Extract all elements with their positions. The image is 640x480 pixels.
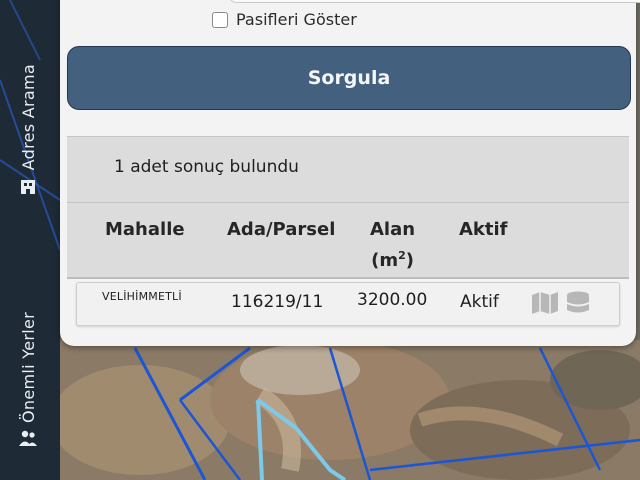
database-icon[interactable]	[565, 291, 591, 317]
sidebar: Adres Arama Önemli Yerler	[0, 0, 60, 480]
header-divider	[67, 277, 629, 279]
sidebar-tab-adres-arama[interactable]: Adres Arama	[6, 60, 50, 200]
people-icon	[19, 431, 37, 447]
show-passive-row[interactable]: Pasifleri Göster	[212, 10, 357, 29]
search-field-bottom-edge[interactable]	[228, 0, 640, 3]
column-header-alan-label: Alan	[370, 219, 416, 240]
column-header-aktif: Aktif	[459, 219, 508, 240]
table-row[interactable]: VELİHİMMETLİ 116219/11 3200.00 Aktif	[76, 282, 620, 326]
column-header-alan: Alan (m2)	[370, 217, 415, 274]
results-section: 1 adet sonuç bulundu Mahalle Ada/Parsel …	[67, 136, 629, 279]
cell-ada-parsel: 116219/11	[231, 292, 324, 312]
sidebar-tab-label: Adres Arama	[18, 63, 38, 171]
sidebar-tab-onemli-yerler[interactable]: Önemli Yerler	[6, 305, 50, 455]
building-icon	[21, 180, 35, 195]
column-header-alan-unit: (m2)	[371, 249, 414, 271]
column-header-ada-parsel: Ada/Parsel	[227, 219, 336, 240]
result-count-text: 1 adet sonuç bulundu	[114, 157, 299, 177]
sorgula-button[interactable]: Sorgula	[67, 46, 631, 110]
query-panel: Pasifleri Göster Sorgula 1 adet sonuç bu…	[60, 0, 640, 346]
map-icon[interactable]	[531, 291, 559, 315]
column-header-mahalle: Mahalle	[105, 219, 185, 240]
divider	[67, 202, 629, 203]
show-passive-label[interactable]: Pasifleri Göster	[236, 10, 357, 29]
cell-alan: 3200.00	[357, 290, 428, 310]
show-passive-checkbox[interactable]	[212, 11, 228, 28]
cell-mahalle: VELİHİMMETLİ	[102, 290, 182, 303]
cell-aktif: Aktif	[460, 292, 499, 312]
sidebar-tab-label: Önemli Yerler	[18, 311, 38, 423]
